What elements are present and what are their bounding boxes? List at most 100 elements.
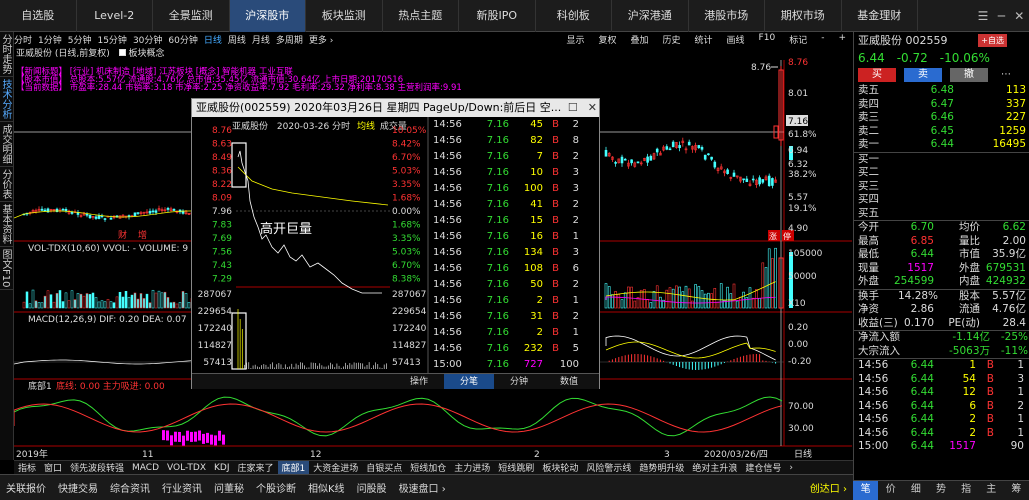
status-item-5[interactable]: 个股诊断	[250, 480, 302, 495]
sell-button[interactable]: 卖	[904, 68, 942, 82]
nav-tab-3[interactable]: 沪深股市	[229, 0, 306, 32]
indicator-tab-11[interactable]: 主力进场	[450, 461, 494, 474]
status-item-4[interactable]: 问董秘	[208, 480, 250, 495]
trade-row: 14:56 7.16 100 B 3	[429, 181, 599, 197]
indicator-tab-17[interactable]: 建仓信号	[741, 461, 785, 474]
vol-bar	[668, 287, 672, 309]
status-item-1[interactable]: 快捷交易	[52, 480, 104, 495]
toolbar-btn-2[interactable]: 叠加	[630, 33, 648, 46]
nav-tab-7[interactable]: 科创板	[536, 0, 612, 32]
period-3[interactable]: 15分钟	[97, 33, 126, 46]
more-icon[interactable]: ⋯	[996, 68, 1016, 82]
indicator-tab-6[interactable]: 庄家来了	[233, 461, 277, 474]
vol-bar	[719, 283, 723, 309]
indicator-tab-12[interactable]: 短线跳刷	[494, 461, 538, 474]
popup-title[interactable]: 亚威股份(002559) 2020年03月26日 星期四 PageUp/Down…	[192, 99, 599, 117]
indicator-tab-8[interactable]: 大资金进场	[309, 461, 362, 474]
quote-tab-3[interactable]: 势	[928, 481, 953, 500]
indicator-tab-3[interactable]: MACD	[128, 463, 163, 473]
candle-body	[620, 156, 624, 164]
toolbar-btn-5[interactable]: 画线	[727, 33, 745, 46]
nav-tab-0[interactable]: 自选股	[0, 0, 77, 32]
intraday-popup[interactable]: 亚威股份(002559) 2020年03月26日 星期四 PageUp/Down…	[191, 98, 600, 389]
quote-tab-1[interactable]: 价	[878, 481, 903, 500]
indicator-tab-5[interactable]: KDJ	[210, 463, 234, 473]
popup-tab-2[interactable]: 分钟	[494, 374, 544, 389]
maximize-icon[interactable]: ☐	[568, 99, 578, 117]
nav-tab-1[interactable]: Level-2	[77, 0, 153, 32]
side-tab-3[interactable]: 分价表	[0, 167, 13, 202]
period-8[interactable]: 月线	[252, 33, 270, 46]
status-item-7[interactable]: 问股股	[351, 480, 393, 495]
indicator-tab-18[interactable]: ›	[785, 463, 797, 473]
period-10[interactable]: 更多 ›	[309, 33, 333, 46]
indicator-tab-0[interactable]: 指标	[14, 461, 40, 474]
quote-tab-4[interactable]: 指	[954, 481, 979, 500]
side-tab-2[interactable]: 成交明细	[0, 122, 13, 167]
indicator-tab-7[interactable]: 底部1	[277, 461, 310, 474]
popup-tab-3[interactable]: 数值	[544, 374, 594, 389]
toolbar-btn-0[interactable]: 显示	[566, 33, 584, 46]
side-tab-0[interactable]: 分时走势	[0, 32, 13, 77]
period-1[interactable]: 1分钟	[38, 33, 62, 46]
buy-button[interactable]: 买	[858, 68, 896, 82]
period-6[interactable]: 日线	[204, 33, 222, 46]
status-item-8[interactable]: 极速盘口 ›	[393, 480, 452, 495]
period-2[interactable]: 5分钟	[68, 33, 92, 46]
close-icon[interactable]: ✕	[588, 99, 597, 117]
quote-tab-0[interactable]: 笔	[853, 481, 879, 500]
period-7[interactable]: 周线	[228, 33, 246, 46]
period-0[interactable]: 分时	[14, 33, 32, 46]
status-right[interactable]: 创达口 ›	[804, 480, 853, 495]
quote-tab-2[interactable]: 细	[903, 481, 928, 500]
indicator-tab-16[interactable]: 绝对主升浪	[688, 461, 741, 474]
period-5[interactable]: 60分钟	[168, 33, 197, 46]
toolbar-btn-4[interactable]: 统计	[695, 33, 713, 46]
candle-body	[758, 177, 761, 185]
trade-cell: 14:56	[433, 327, 462, 338]
close-icon[interactable]: ✕	[1014, 9, 1024, 23]
vol-bar	[100, 300, 104, 309]
nav-tab-11[interactable]: 基金理财	[842, 0, 918, 32]
nav-tab-9[interactable]: 港股市场	[689, 0, 765, 32]
nav-tab-8[interactable]: 沪深港通	[612, 0, 689, 32]
toolbar-btn-8[interactable]: -	[821, 33, 824, 46]
toolbar-btn-6[interactable]: F10	[759, 33, 776, 46]
add-watchlist-button[interactable]: +自选	[978, 34, 1007, 47]
indicator-tab-9[interactable]: 自银买点	[362, 461, 406, 474]
toolbar-btn-1[interactable]: 复权	[598, 33, 616, 46]
indicator-tab-4[interactable]: VOL-TDX	[163, 463, 210, 473]
cancel-order-button[interactable]: 撤	[950, 68, 988, 82]
nav-tab-10[interactable]: 期权市场	[765, 0, 842, 32]
side-tab-1[interactable]: 技术分析	[0, 77, 13, 122]
chart-title-concepts[interactable]: 板块概念	[129, 49, 165, 59]
popup-tab-0[interactable]: 操作	[394, 374, 444, 389]
minimize-icon[interactable]: ─	[998, 9, 1005, 23]
nav-tab-2[interactable]: 全景监测	[153, 0, 230, 32]
status-item-0[interactable]: 关联报价	[0, 480, 52, 495]
quote-tab-5[interactable]: 主	[979, 481, 1004, 500]
nav-tab-5[interactable]: 热点主题	[383, 0, 459, 32]
indicator-tab-10[interactable]: 短线加仓	[406, 461, 450, 474]
popup-tab-1[interactable]: 分笔	[444, 374, 494, 389]
quote-tab-6[interactable]: 筹	[1004, 481, 1029, 500]
nav-tab-6[interactable]: 新股IPO	[459, 0, 536, 32]
trade-cell: B	[552, 119, 559, 130]
period-9[interactable]: 多周期	[276, 33, 303, 46]
indicator-tab-15[interactable]: 趋势明升级	[635, 461, 688, 474]
indicator-tab-2[interactable]: 领先波段转强	[66, 461, 128, 474]
period-4[interactable]: 30分钟	[133, 33, 162, 46]
side-tab-5[interactable]: 图文F10	[0, 247, 13, 291]
indicator-tab-13[interactable]: 板块轮动	[538, 461, 582, 474]
status-item-6[interactable]: 相似K线	[302, 480, 351, 495]
indicator-tab-14[interactable]: 风险警示线	[582, 461, 635, 474]
toolbar-btn-9[interactable]: +	[838, 33, 846, 46]
toolbar-btn-3[interactable]: 历史	[663, 33, 681, 46]
menu-icon[interactable]: ☰	[978, 9, 989, 23]
toolbar-btn-7[interactable]: 标记	[789, 33, 807, 46]
status-item-3[interactable]: 行业资讯	[156, 480, 208, 495]
status-item-2[interactable]: 综合资讯	[104, 480, 156, 495]
indicator-tab-1[interactable]: 窗口	[40, 461, 66, 474]
nav-tab-4[interactable]: 板块监测	[306, 0, 383, 32]
side-tab-4[interactable]: 基本资料	[0, 202, 13, 247]
